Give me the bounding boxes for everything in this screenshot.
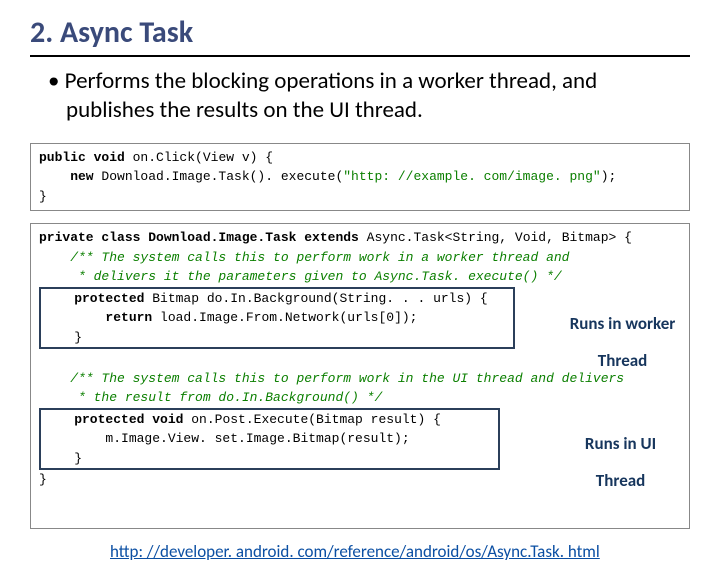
- code-text: on.Click(View v) {: [125, 150, 273, 165]
- code-comment: * the result from do.In.Background() */: [39, 390, 382, 405]
- code-text: }: [39, 189, 47, 204]
- code-text: Download.Image.Task(). execute(: [94, 169, 344, 184]
- code-block-onclick: public void on.Click(View v) { new Downl…: [30, 143, 690, 212]
- code-comment: * delivers it the parameters given to As…: [39, 269, 562, 284]
- code-text: load.Image.From.Network(urls[0]);: [160, 310, 417, 325]
- code-text: private class: [39, 230, 148, 245]
- annotation-text: Thread: [596, 470, 645, 491]
- code-text: return: [43, 310, 160, 325]
- code-text: protected: [43, 291, 152, 306]
- code-text: protected void: [43, 412, 191, 427]
- code-text: Bitmap do.In.Background(String. . . urls…: [152, 291, 487, 306]
- code-comment: /** The system calls this to perform wor…: [39, 371, 624, 386]
- code-string: "http: //example. com/image. png": [343, 169, 600, 184]
- code-text: Download.Image.Task: [148, 230, 304, 245]
- annotation-text: Runs in worker: [570, 313, 676, 334]
- code-text: m.Image.View. set.Image.Bitmap(result);: [43, 431, 410, 446]
- code-text: }: [43, 330, 82, 345]
- reference-link[interactable]: http: //developer. android. com/referenc…: [110, 541, 690, 562]
- code-text: }: [43, 451, 82, 466]
- code-text: public void: [39, 150, 125, 165]
- code-text: new: [39, 169, 94, 184]
- code-text: );: [601, 169, 617, 184]
- highlight-box-ui: protected void on.Post.Execute(Bitmap re…: [39, 408, 500, 471]
- annotation-text: Runs in UI: [585, 433, 656, 454]
- highlight-box-worker: protected Bitmap do.In.Background(String…: [39, 287, 515, 350]
- code-block-asynctask: private class Download.Image.Task extend…: [30, 223, 690, 529]
- slide-bullet: Performs the blocking operations in a wo…: [48, 67, 690, 125]
- annotation-ui-thread: Runs in UI Thread: [559, 416, 659, 509]
- code-text: }: [39, 472, 47, 487]
- code-text: extends: [304, 230, 366, 245]
- code-comment: /** The system calls this to perform wor…: [39, 250, 570, 265]
- annotation-worker-thread: Runs in worker Thread: [541, 296, 681, 389]
- annotation-text: Thread: [598, 350, 647, 371]
- slide-title: 2. Async Task: [30, 14, 690, 57]
- code-text: Async.Task<String, Void, Bitmap> {: [367, 230, 632, 245]
- code-text: on.Post.Execute(Bitmap result) {: [191, 412, 441, 427]
- slide: 2. Async Task Performs the blocking oper…: [0, 0, 720, 572]
